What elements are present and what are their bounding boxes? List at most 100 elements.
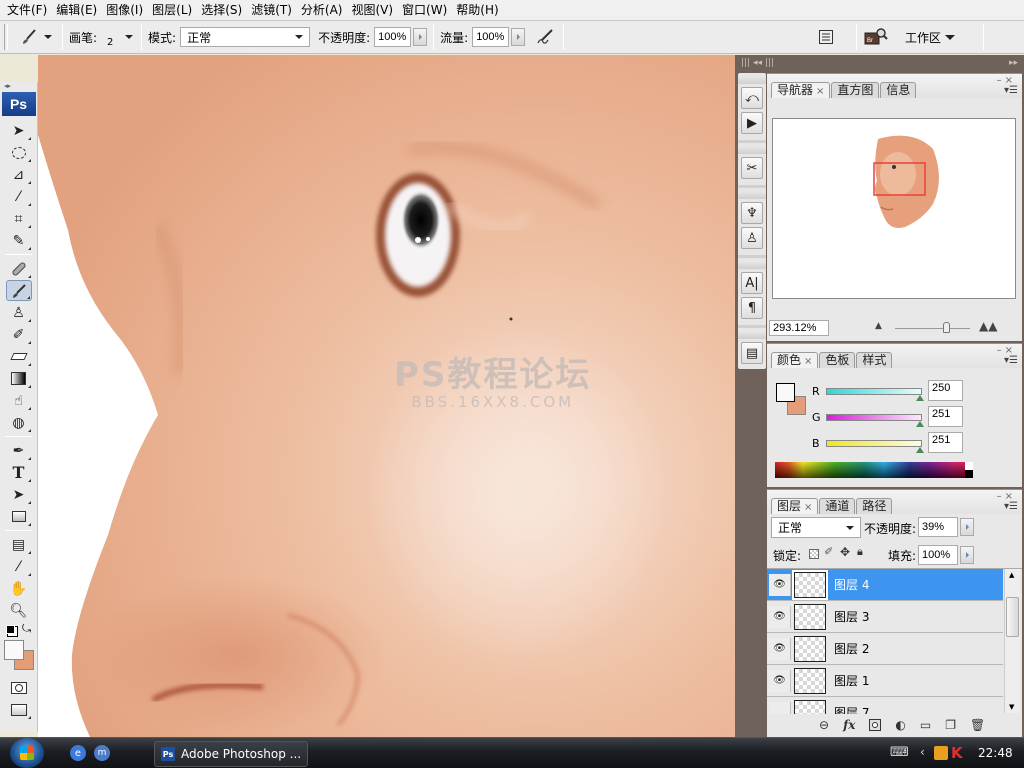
- g-slider[interactable]: [826, 414, 922, 421]
- eraser-tool[interactable]: [6, 346, 32, 367]
- navigator-preview[interactable]: [772, 118, 1016, 299]
- flow-input[interactable]: 100%: [472, 27, 510, 47]
- blur-tool[interactable]: ☝: [6, 390, 32, 411]
- lock-all-icon[interactable]: 🔒︎: [857, 545, 863, 559]
- options-bar-grip[interactable]: [4, 24, 8, 50]
- lock-transparency-icon[interactable]: [809, 549, 819, 559]
- tab-color[interactable]: 颜色 ×: [771, 352, 819, 368]
- history-panel-button[interactable]: ⤺: [741, 87, 763, 109]
- mode-select[interactable]: 正常: [180, 27, 311, 47]
- b-slider[interactable]: [826, 440, 922, 447]
- path-selection-tool[interactable]: ➤: [6, 484, 32, 505]
- color-spectrum-ramp[interactable]: [775, 462, 973, 478]
- link-layers-icon[interactable]: ⊖: [819, 718, 829, 732]
- menu-edit[interactable]: 编辑(E): [53, 0, 103, 20]
- panel-menu-icon[interactable]: ▾☰: [1004, 355, 1018, 366]
- photoshop-logo[interactable]: Ps: [1, 92, 36, 116]
- visibility-eye-icon[interactable]: 👁︎: [769, 605, 791, 628]
- quicklaunch-ie-icon[interactable]: e: [70, 745, 86, 761]
- layer-row[interactable]: 👁︎ 图层 2: [767, 633, 1003, 665]
- menu-layer[interactable]: 图层(L): [149, 0, 198, 20]
- gradient-tool[interactable]: [6, 368, 32, 389]
- menu-file[interactable]: 文件(F): [4, 0, 53, 20]
- zoom-slider-track[interactable]: [895, 328, 970, 329]
- white-black-ramp[interactable]: [965, 462, 973, 478]
- blend-mode-select[interactable]: 正常: [771, 517, 861, 538]
- scroll-up-arrow[interactable]: ▲: [1009, 571, 1014, 579]
- document-canvas[interactable]: PS教程论坛 BBS.16XX8.COM: [38, 55, 735, 737]
- palette-well-button[interactable]: [816, 27, 836, 47]
- fill-input[interactable]: 100%: [918, 545, 958, 565]
- add-mask-icon[interactable]: [869, 719, 882, 731]
- move-tool[interactable]: ➤: [6, 120, 32, 141]
- scroll-thumb[interactable]: [1006, 597, 1019, 637]
- magic-wand-tool[interactable]: ⁄: [6, 186, 32, 207]
- g-value-input[interactable]: 251: [928, 406, 963, 427]
- opacity-input[interactable]: 100%: [374, 27, 412, 47]
- r-slider[interactable]: [826, 388, 922, 395]
- brush-picker[interactable]: 2: [107, 27, 135, 48]
- layer-comps-button[interactable]: ▤: [741, 342, 763, 364]
- slice-tool[interactable]: ✎: [6, 230, 32, 251]
- clone-stamp-tool[interactable]: ♙: [6, 302, 32, 323]
- menu-view[interactable]: 视图(V): [348, 0, 399, 20]
- hand-tool[interactable]: ✋: [6, 578, 32, 599]
- zoom-tool[interactable]: 🔍︎: [6, 600, 32, 621]
- tab-channels[interactable]: 通道: [819, 498, 856, 514]
- visibility-eye-icon[interactable]: 👁︎: [769, 573, 791, 596]
- tab-swatches[interactable]: 色板: [819, 352, 856, 368]
- taskbar-photoshop-button[interactable]: Ps Adobe Photoshop ...: [154, 741, 308, 767]
- zoom-slider-thumb[interactable]: [943, 322, 950, 333]
- visibility-eye-icon[interactable]: 👁︎: [769, 637, 791, 660]
- layer-opacity-slider-button[interactable]: [960, 518, 974, 536]
- paragraph-panel-button[interactable]: ¶: [741, 297, 763, 319]
- expand-dock-button[interactable]: ▸▸: [1009, 58, 1018, 68]
- crop-tool[interactable]: ⌗: [6, 208, 32, 229]
- eyedropper-tool[interactable]: ⁄: [6, 556, 32, 577]
- brushes-panel-button[interactable]: ♆: [741, 202, 763, 224]
- new-group-icon[interactable]: ▭: [920, 718, 931, 732]
- b-slider-thumb[interactable]: [916, 447, 925, 453]
- layer-row[interactable]: 图层 7: [767, 697, 1003, 714]
- close-icon[interactable]: ×: [804, 356, 812, 367]
- foreground-color-swatch[interactable]: [776, 383, 795, 402]
- layer-row[interactable]: 👁︎ 图层 4: [767, 569, 1003, 601]
- tray-app-icon[interactable]: [934, 746, 948, 760]
- foreground-color-swatch[interactable]: [4, 640, 24, 660]
- tab-styles[interactable]: 样式: [856, 352, 893, 368]
- tab-navigator[interactable]: 导航器 ×: [771, 82, 831, 98]
- r-slider-thumb[interactable]: [916, 395, 925, 401]
- show-hidden-icons-button[interactable]: ‹: [920, 745, 925, 759]
- quick-mask-button[interactable]: [6, 677, 32, 698]
- pen-tool[interactable]: ✒: [6, 440, 32, 461]
- new-layer-icon[interactable]: ❐: [945, 718, 956, 732]
- notes-tool[interactable]: ▤: [6, 534, 32, 555]
- tool-preset-picker[interactable]: [20, 28, 56, 46]
- healing-brush-tool[interactable]: [6, 258, 32, 279]
- r-value-input[interactable]: 250: [928, 380, 963, 401]
- adjustment-layer-icon[interactable]: ◐: [895, 718, 905, 732]
- panel-menu-icon[interactable]: ▾☰: [1004, 501, 1018, 512]
- lock-image-icon[interactable]: ✐: [824, 545, 833, 558]
- visibility-eye-icon[interactable]: [769, 701, 791, 714]
- visibility-eye-icon[interactable]: 👁︎: [769, 669, 791, 692]
- tool-presets-button[interactable]: ✂: [741, 157, 763, 179]
- tab-histogram[interactable]: 直方图: [831, 82, 880, 98]
- zoom-in-button[interactable]: ▲▲: [979, 319, 997, 333]
- quicklaunch-app-icon[interactable]: m: [94, 745, 110, 761]
- clone-source-button[interactable]: ♙: [741, 227, 763, 249]
- menu-select[interactable]: 选择(S): [198, 0, 248, 20]
- close-icon[interactable]: ×: [804, 502, 812, 513]
- toolbox-collapse-button[interactable]: ◂▸: [0, 82, 37, 90]
- flow-slider-button[interactable]: [511, 28, 526, 46]
- layers-scrollbar[interactable]: ▲ ▼: [1004, 569, 1020, 713]
- actions-panel-button[interactable]: ▶: [741, 112, 763, 134]
- marquee-tool[interactable]: [6, 142, 32, 163]
- zoom-input[interactable]: 293.12%: [769, 320, 829, 336]
- bridge-button[interactable]: Br: [863, 26, 889, 48]
- lock-position-icon[interactable]: ✥: [840, 545, 850, 559]
- airbrush-toggle[interactable]: [535, 26, 557, 48]
- panel-menu-icon[interactable]: ▾☰: [1004, 85, 1018, 96]
- tab-paths[interactable]: 路径: [856, 498, 893, 514]
- layer-style-fx-icon[interactable]: fx: [843, 718, 855, 732]
